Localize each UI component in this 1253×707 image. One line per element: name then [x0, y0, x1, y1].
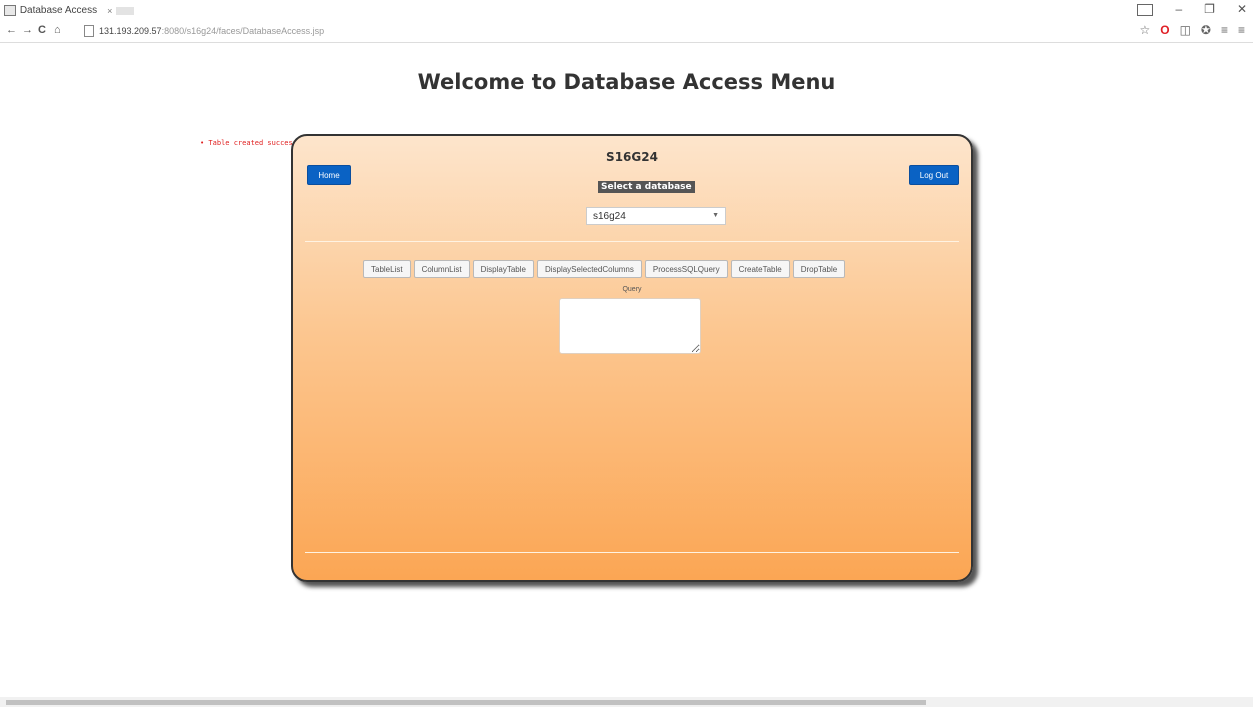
scrollbar-thumb[interactable] [6, 700, 926, 705]
opera-icon[interactable]: O [1160, 23, 1169, 37]
createtable-button[interactable]: CreateTable [730, 260, 790, 278]
divider-bottom [305, 552, 959, 553]
browser-titlebar: Database Access × – ❐ ✕ [0, 0, 1253, 20]
close-window-button[interactable]: ✕ [1237, 2, 1247, 16]
displaytable-button[interactable]: DisplayTable [472, 260, 534, 278]
page-info-icon[interactable] [84, 24, 94, 37]
minimize-button[interactable]: – [1175, 2, 1182, 16]
tab-title: Database Access [19, 5, 98, 16]
extension-icon[interactable]: ◫ [1180, 23, 1191, 37]
displayselectedcolumns-button[interactable]: DisplaySelectedColumns [536, 260, 642, 278]
new-tab-button[interactable] [116, 6, 134, 15]
extension-icon-3[interactable]: ≡ [1221, 23, 1228, 37]
database-select[interactable]: s16g24 ▼ [586, 207, 726, 225]
url-host: 131.193.209.57 [99, 25, 162, 36]
horizontal-scrollbar[interactable] [0, 697, 1253, 707]
action-buttons: TableList ColumnList DisplayTable Displa… [363, 260, 846, 278]
divider [305, 241, 959, 242]
browser-menu-icon[interactable]: ≡ [1238, 23, 1245, 37]
query-textarea[interactable] [559, 298, 701, 354]
extension-icons: ☆ O ◫ ✪ ≡ ≡ [1139, 23, 1245, 37]
url-bar[interactable]: 131.193.209.57 :8080/s16g24/faces/Databa… [84, 23, 1114, 38]
window-controls: – ❐ ✕ [1137, 2, 1247, 16]
database-panel: S16G24 Home Log Out Select a database s1… [291, 134, 973, 582]
restore-button[interactable]: ❐ [1204, 2, 1215, 16]
query-label: Query [622, 286, 642, 293]
logout-button[interactable]: Log Out [909, 165, 959, 185]
droptable-button[interactable]: DropTable [792, 260, 846, 278]
processsqlquery-button[interactable]: ProcessSQLQuery [644, 260, 728, 278]
reload-button[interactable]: C [38, 24, 46, 36]
bookmark-star-icon[interactable]: ☆ [1139, 23, 1150, 37]
page-title: Welcome to Database Access Menu [417, 70, 836, 94]
extension-icon-2[interactable]: ✪ [1201, 23, 1211, 37]
database-select-value: s16g24 [593, 210, 626, 222]
chevron-down-icon: ▼ [712, 212, 719, 219]
tab-close-icon[interactable]: × [107, 6, 112, 16]
forward-button[interactable]: → [22, 24, 33, 36]
page-favicon-icon [4, 5, 16, 16]
browser-tab[interactable]: Database Access × [4, 2, 134, 19]
url-path: :8080/s16g24/faces/DatabaseAccess.jsp [161, 25, 325, 36]
back-button[interactable]: ← [6, 24, 17, 36]
cast-icon[interactable] [1137, 4, 1154, 16]
home-icon[interactable]: ⌂ [54, 24, 61, 36]
select-database-label: Select a database [598, 181, 695, 193]
browser-toolbar: ← → C ⌂ 131.193.209.57 :8080/s16g24/face… [0, 20, 1253, 43]
columnlist-button[interactable]: ColumnList [413, 260, 470, 278]
tablelist-button[interactable]: TableList [363, 260, 411, 278]
user-name: S16G24 [606, 150, 658, 164]
home-button[interactable]: Home [307, 165, 351, 185]
